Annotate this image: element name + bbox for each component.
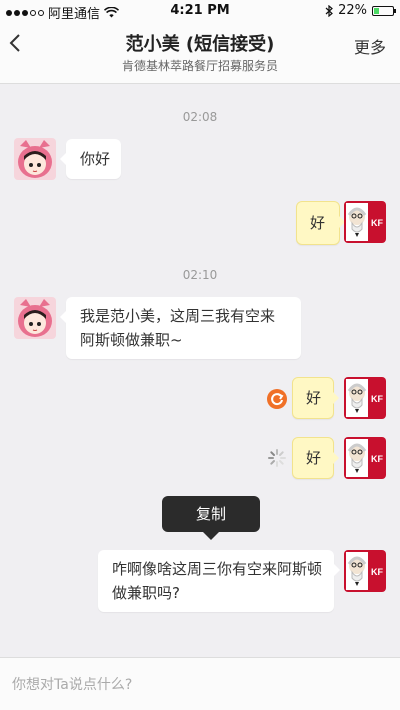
message-input[interactable]	[10, 666, 394, 704]
girl-avatar-icon	[14, 138, 56, 180]
message-text: 好	[306, 449, 322, 467]
my-avatar[interactable]: KF	[344, 437, 386, 479]
copy-menu-item[interactable]: 复制	[162, 496, 260, 540]
message-text: 我是范小美，这周三我有空来阿斯顿做兼职~	[80, 307, 276, 349]
svg-text:KF: KF	[371, 394, 383, 404]
message-bubble[interactable]: 好	[292, 437, 339, 479]
chat-header: 范小美 (短信接受) 肯德基林萃路餐厅招募服务员 更多	[0, 22, 400, 84]
svg-text:KF: KF	[371, 218, 383, 228]
timestamp: 02:08	[182, 110, 218, 124]
message-text: 好	[310, 214, 326, 232]
my-avatar[interactable]: KF	[344, 550, 386, 592]
message-bubble[interactable]: 好	[296, 201, 345, 245]
message-bubble[interactable]: 你好	[60, 139, 121, 179]
composer-bar	[0, 657, 400, 710]
battery-icon	[372, 5, 396, 16]
status-right: 22%	[325, 3, 396, 18]
svg-text:KF: KF	[371, 567, 383, 577]
status-bar: 阿里通信 4:21 PM 22%	[0, 0, 400, 22]
message-bubble[interactable]: 我是范小美，这周三我有空来阿斯顿做兼职~	[60, 297, 301, 359]
battery-percent: 22%	[338, 3, 367, 18]
svg-text:KF: KF	[371, 454, 383, 464]
message-text: 咋啊像啥这周三你有空来阿斯顿做兼职吗?	[112, 560, 323, 602]
retry-send-button[interactable]	[267, 389, 287, 409]
sending-spinner-icon	[267, 448, 287, 468]
message-bubble[interactable]: 咋啊像啥这周三你有空来阿斯顿做兼职吗?	[98, 550, 340, 612]
kfc-avatar-icon: KF	[344, 377, 386, 419]
message-text: 好	[306, 389, 322, 407]
kfc-avatar-icon: KF	[344, 201, 386, 243]
message-text: 你好	[80, 150, 111, 168]
contact-avatar[interactable]	[14, 138, 56, 180]
girl-avatar-icon	[14, 297, 56, 339]
my-avatar[interactable]: KF	[344, 201, 386, 243]
timestamp: 02:10	[182, 268, 218, 282]
contact-avatar[interactable]	[14, 297, 56, 339]
message-bubble[interactable]: 好	[292, 377, 339, 419]
refresh-icon	[271, 393, 284, 406]
more-button[interactable]: 更多	[354, 34, 386, 58]
bluetooth-icon	[325, 4, 334, 17]
my-avatar[interactable]: KF	[344, 377, 386, 419]
contact-subtitle: 肯德基林萃路餐厅招募服务员	[121, 59, 278, 73]
contact-title: 范小美 (短信接受)	[125, 34, 275, 55]
kfc-avatar-icon: KF	[344, 550, 386, 592]
kfc-avatar-icon: KF	[344, 437, 386, 479]
